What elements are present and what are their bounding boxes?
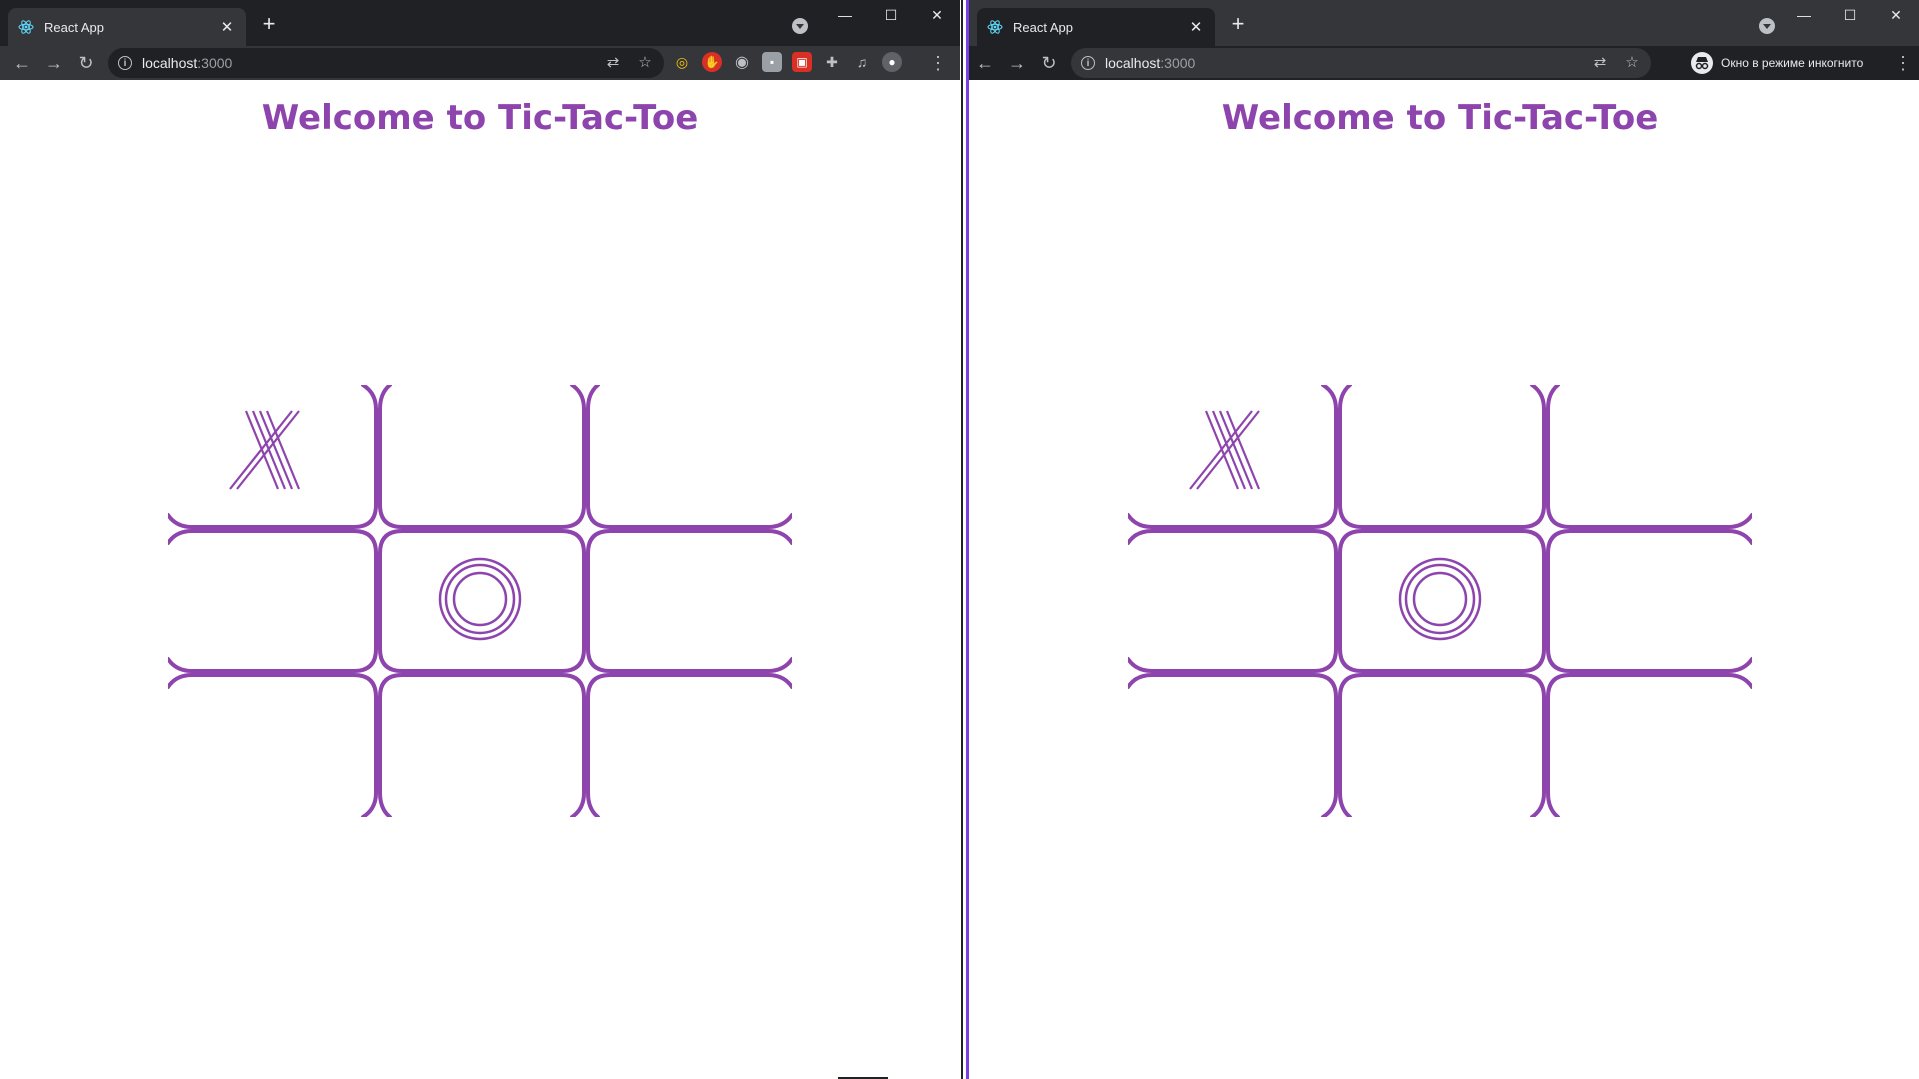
new-tab-button[interactable]: + bbox=[258, 13, 280, 36]
board-cell-5[interactable] bbox=[1544, 529, 1752, 673]
tab-title: React App bbox=[1013, 19, 1073, 35]
react-icon bbox=[987, 19, 1003, 35]
tab-search-icon[interactable] bbox=[792, 18, 808, 34]
board-cell-6[interactable] bbox=[1128, 673, 1336, 817]
board-cell-4[interactable] bbox=[1336, 529, 1544, 673]
window-divider bbox=[960, 0, 969, 1079]
close-tab-icon[interactable]: ✕ bbox=[218, 18, 236, 36]
profile-avatar[interactable]: ● bbox=[882, 52, 902, 72]
tab-title: React App bbox=[44, 19, 104, 35]
bookmark-star-icon[interactable]: ☆ bbox=[636, 54, 654, 72]
reload-icon[interactable]: ↻ bbox=[70, 48, 102, 78]
extension-stop-icon[interactable]: ✋ bbox=[702, 52, 722, 72]
extension-grey-icon[interactable]: ▪ bbox=[762, 52, 782, 72]
board-cell-4[interactable] bbox=[376, 529, 584, 673]
address-bar[interactable]: i localhost:3000 ⇄ ☆ bbox=[1071, 48, 1651, 78]
translate-icon[interactable]: ⇄ bbox=[1591, 54, 1609, 72]
forward-icon[interactable]: → bbox=[38, 48, 70, 78]
board-cell-0[interactable] bbox=[168, 385, 376, 529]
x-mark-icon bbox=[1189, 410, 1261, 490]
page-title: Welcome to Tic-Tac-Toe bbox=[1221, 98, 1659, 138]
extensions-puzzle-icon[interactable]: ✚ bbox=[822, 52, 842, 72]
info-icon[interactable]: i bbox=[1081, 56, 1095, 70]
back-icon[interactable]: ← bbox=[969, 48, 1001, 78]
board-cell-1[interactable] bbox=[1336, 385, 1544, 529]
reload-icon[interactable]: ↻ bbox=[1033, 48, 1065, 78]
board-cell-6[interactable] bbox=[168, 673, 376, 817]
minimize-button[interactable]: — bbox=[822, 0, 868, 30]
menu-dots-icon[interactable]: ⋮ bbox=[1893, 52, 1913, 74]
board-cell-5[interactable] bbox=[584, 529, 792, 673]
new-tab-button[interactable]: + bbox=[1227, 13, 1249, 36]
incognito-label: Окно в режиме инкогнито bbox=[1721, 56, 1864, 70]
minimize-button[interactable]: — bbox=[1781, 0, 1827, 30]
board-cell-0[interactable] bbox=[1128, 385, 1336, 529]
page-title: Welcome to Tic-Tac-Toe bbox=[261, 98, 699, 138]
forward-icon[interactable]: → bbox=[1001, 48, 1033, 78]
url-host: localhost bbox=[1105, 55, 1161, 71]
x-mark-icon bbox=[229, 410, 301, 490]
extensions-bar: ◎ ✋ ◉ ▪ ▣ ✚ ♫ ● bbox=[672, 52, 902, 72]
browser-window-right: React App ✕ + — ☐ ✕ ← → ↻ i localhost:30… bbox=[969, 0, 1919, 1079]
extension-coin-icon[interactable]: ◎ bbox=[672, 52, 692, 72]
o-mark-icon bbox=[438, 557, 522, 641]
page-content: Welcome to Tic-Tac-Toe bbox=[969, 80, 1919, 1079]
board-cell-7[interactable] bbox=[1336, 673, 1544, 817]
url-host: localhost bbox=[142, 55, 198, 71]
board-cell-3[interactable] bbox=[168, 529, 376, 673]
o-mark-icon bbox=[1398, 557, 1482, 641]
tab-strip: React App ✕ + — ☐ ✕ bbox=[0, 0, 960, 46]
tab-react-app[interactable]: React App ✕ bbox=[977, 8, 1215, 46]
game-board bbox=[1128, 385, 1752, 817]
incognito-icon bbox=[1691, 52, 1713, 74]
tab-strip: React App ✕ + — ☐ ✕ bbox=[969, 0, 1919, 46]
close-window-button[interactable]: ✕ bbox=[914, 0, 960, 30]
board-cell-8[interactable] bbox=[1544, 673, 1752, 817]
back-icon[interactable]: ← bbox=[6, 48, 38, 78]
react-icon bbox=[18, 19, 34, 35]
info-icon[interactable]: i bbox=[118, 56, 132, 70]
tab-search-icon[interactable] bbox=[1759, 18, 1775, 34]
extension-red-icon[interactable]: ▣ bbox=[792, 52, 812, 72]
url-port: :3000 bbox=[197, 55, 233, 71]
browser-window-left: React App ✕ + — ☐ ✕ ← → ↻ i localhost:30… bbox=[0, 0, 960, 1079]
maximize-button[interactable]: ☐ bbox=[868, 0, 914, 30]
board-cell-8[interactable] bbox=[584, 673, 792, 817]
menu-dots-icon[interactable]: ⋮ bbox=[928, 52, 948, 74]
url-port: :3000 bbox=[1160, 55, 1196, 71]
board-cell-2[interactable] bbox=[584, 385, 792, 529]
close-window-button[interactable]: ✕ bbox=[1873, 0, 1919, 30]
media-control-icon[interactable]: ♫ bbox=[852, 52, 872, 72]
board-cell-2[interactable] bbox=[1544, 385, 1752, 529]
address-bar[interactable]: i localhost:3000 ⇄ ☆ bbox=[108, 48, 664, 78]
incognito-indicator[interactable]: Окно в режиме инкогнито bbox=[1691, 50, 1863, 76]
bookmark-star-icon[interactable]: ☆ bbox=[1623, 54, 1641, 72]
tab-react-app[interactable]: React App ✕ bbox=[8, 8, 246, 46]
game-board bbox=[168, 385, 792, 817]
extension-target-icon[interactable]: ◉ bbox=[732, 52, 752, 72]
maximize-button[interactable]: ☐ bbox=[1827, 0, 1873, 30]
page-content: Welcome to Tic-Tac-Toe bbox=[0, 80, 960, 1079]
board-cell-1[interactable] bbox=[376, 385, 584, 529]
close-tab-icon[interactable]: ✕ bbox=[1187, 18, 1205, 36]
board-cell-7[interactable] bbox=[376, 673, 584, 817]
board-cell-3[interactable] bbox=[1128, 529, 1336, 673]
translate-icon[interactable]: ⇄ bbox=[604, 54, 622, 72]
